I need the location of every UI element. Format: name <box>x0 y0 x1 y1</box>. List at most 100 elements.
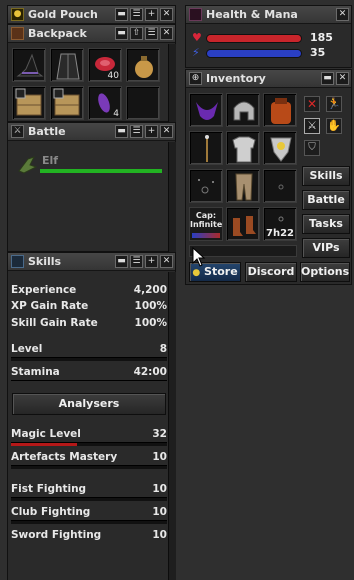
mana-icon: ⚡ <box>192 46 200 59</box>
tasks-button[interactable]: Tasks <box>302 214 350 234</box>
battle-button[interactable]: Battle <box>302 190 350 210</box>
backpack-title: Backpack <box>28 27 87 40</box>
menu-button[interactable]: ☰ <box>130 8 143 21</box>
capacity-display: Cap: Infinite <box>189 207 223 241</box>
amulet-slot[interactable] <box>189 93 223 127</box>
menu-button[interactable]: ☰ <box>145 27 158 40</box>
backpack-slot-4[interactable] <box>126 48 160 82</box>
minimize-button[interactable]: ▬ <box>115 8 128 21</box>
skill-row-stamina: Stamina 42:00 <box>11 366 167 378</box>
backpack-slot-3[interactable]: 40 <box>88 48 122 82</box>
skills-button[interactable]: Skills <box>302 166 350 186</box>
menu-button[interactable]: ☰ <box>130 255 143 268</box>
skill-row-xp-gain-rate: XP Gain Rate 100% <box>11 300 167 312</box>
ammo-slot[interactable] <box>263 169 297 203</box>
legs-slot[interactable] <box>226 169 260 203</box>
ring-slot[interactable] <box>189 169 223 203</box>
mana-bar-fill <box>207 50 301 57</box>
expand-button[interactable]: + <box>145 255 158 268</box>
analysers-button[interactable]: Analysers <box>12 393 166 415</box>
backpack-window: Backpack ▬ ⇧ ☰ ✕ 40 4 <box>7 24 176 122</box>
skills-window: Skills ▬ ☰ + ✕ Experience 4,200 XP Gain … <box>7 252 176 580</box>
wand-icon <box>205 135 209 162</box>
inventory-titlebar[interactable]: ⊕ Inventory ▬ ✕ <box>186 70 351 88</box>
skill-label: XP Gain Rate <box>11 300 89 312</box>
backpack-slot-1[interactable] <box>12 48 46 82</box>
minimize-button[interactable]: ▬ <box>115 27 128 40</box>
skills-icon <box>11 255 24 268</box>
hand-button[interactable]: ✋ <box>326 118 342 134</box>
health-mana-titlebar[interactable]: Health & Mana ✕ <box>186 6 351 24</box>
boots-slot[interactable] <box>226 207 260 241</box>
skill-row-skill-gain-rate: Skill Gain Rate 100% <box>11 317 167 329</box>
store-label: Store <box>204 265 238 278</box>
defense-mode-button[interactable]: ⛉ <box>304 140 320 156</box>
skill-row-artefacts-mastery: Artefacts Mastery 10 <box>11 451 167 463</box>
gold-icon: ● <box>11 8 24 21</box>
soul-slot[interactable]: 7h22 <box>263 207 297 241</box>
backpack-slot[interactable] <box>263 93 297 127</box>
skill-row-experience: Experience 4,200 <box>11 284 167 296</box>
box-icon <box>53 88 80 116</box>
skill-value: 42:00 <box>133 366 167 378</box>
expand-button[interactable]: + <box>145 8 158 21</box>
chase-mode-button[interactable]: 🏃 <box>326 96 342 112</box>
progress-fill <box>11 381 167 384</box>
expand-button[interactable]: + <box>145 125 158 138</box>
backpack-slot-2[interactable] <box>50 48 84 82</box>
minimize-button[interactable]: ▬ <box>115 125 128 138</box>
close-button[interactable]: ✕ <box>160 125 173 138</box>
backpack-scrollbar[interactable] <box>168 44 176 122</box>
skill-value: 8 <box>159 343 167 355</box>
shield-slot[interactable] <box>263 131 297 165</box>
elf-icon <box>18 156 38 174</box>
backpack-slot-8[interactable] <box>126 86 160 120</box>
close-button[interactable]: ✕ <box>160 255 173 268</box>
inventory-title: Inventory <box>206 72 266 85</box>
backpack-slot-5[interactable] <box>12 86 46 120</box>
discord-button[interactable]: Discord <box>245 262 297 282</box>
minimize-button[interactable]: ▬ <box>321 72 334 85</box>
soul-timer: 7h22 <box>266 228 294 239</box>
skill-value: 100% <box>134 300 167 312</box>
options-button[interactable]: Options <box>300 262 350 282</box>
skill-label: Sword Fighting <box>11 529 102 541</box>
shield-icon <box>270 137 292 162</box>
capacity-label: Cap: <box>195 211 217 220</box>
gold-pouch-titlebar[interactable]: ● Gold Pouch ▬ ☰ + ✕ <box>8 6 175 24</box>
armor-slot[interactable] <box>226 131 260 165</box>
battle-scrollbar[interactable] <box>168 142 176 252</box>
close-button[interactable]: ✕ <box>160 8 173 21</box>
backpack-slot-7[interactable]: 4 <box>88 86 122 120</box>
health-value: 185 <box>310 31 333 44</box>
gold-pouch-window: ● Gold Pouch ▬ ☰ + ✕ <box>7 5 176 24</box>
minimize-button[interactable]: ▬ <box>115 255 128 268</box>
up-button[interactable]: ⇧ <box>130 27 143 40</box>
legs-icon <box>235 173 253 201</box>
close-button[interactable]: ✕ <box>336 8 349 21</box>
backpack-slot-6[interactable] <box>50 86 84 120</box>
backpack-icon <box>271 98 291 124</box>
health-mana-window: Health & Mana ✕ ♥ 185 ⚡ 35 <box>185 5 352 68</box>
battle-title: Battle <box>28 125 66 138</box>
helmet-slot[interactable] <box>226 93 260 127</box>
vips-button[interactable]: VIPs <box>302 238 350 258</box>
weapon-slot[interactable] <box>189 131 223 165</box>
progress-fill <box>11 443 77 446</box>
health-mana-title: Health & Mana <box>206 8 298 21</box>
skills-scrollbar[interactable] <box>168 272 176 580</box>
boots-icon <box>233 216 256 236</box>
battle-entry-elf[interactable]: Elf <box>14 153 164 179</box>
close-button[interactable]: ✕ <box>160 27 173 40</box>
battle-titlebar[interactable]: ⚔ Battle ▬ ☰ + ✕ <box>8 123 175 141</box>
backpack-titlebar[interactable]: Backpack ▬ ⇧ ☰ ✕ <box>8 25 175 43</box>
magic-level-progress-bar <box>11 442 167 446</box>
follow-button[interactable]: ⚔ <box>304 118 320 134</box>
health-bar <box>206 34 302 43</box>
skill-row-fist-fighting: Fist Fighting 10 <box>11 483 167 495</box>
gold-pouch-title: Gold Pouch <box>28 8 98 21</box>
stop-button[interactable]: ✕ <box>304 96 320 112</box>
skills-titlebar[interactable]: Skills ▬ ☰ + ✕ <box>8 253 175 271</box>
menu-button[interactable]: ☰ <box>130 125 143 138</box>
close-button[interactable]: ✕ <box>336 72 349 85</box>
